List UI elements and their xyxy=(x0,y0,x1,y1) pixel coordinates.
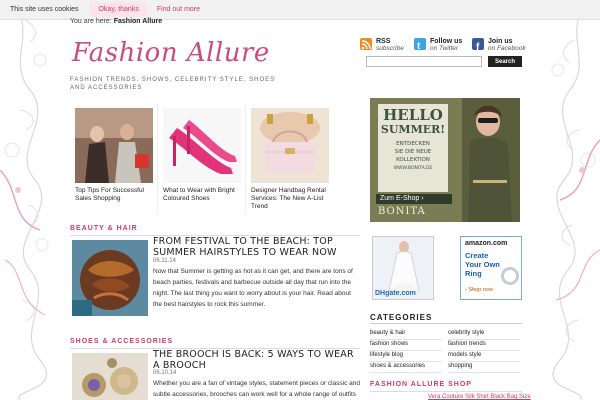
site-tagline: FASHION TRENDS, SHOWS, CELEBRITY STYLE, … xyxy=(70,77,276,91)
shop-item-link[interactable]: Vera Couture Silk Shirt Black Bag Size xyxy=(428,394,531,400)
dhgate-ad[interactable]: DHgate.com xyxy=(372,236,434,300)
category-link[interactable]: shoes & accessories xyxy=(370,363,442,373)
facebook-title: Join us xyxy=(488,38,513,45)
amazon-brand: amazon.com xyxy=(465,240,508,247)
divider xyxy=(370,323,522,324)
facebook-link[interactable]: f Join us on Facebook xyxy=(472,38,526,53)
amazon-cta[interactable]: › Shop now xyxy=(465,287,493,293)
rss-icon xyxy=(360,38,372,50)
post-image-hairstyle[interactable] xyxy=(72,240,148,316)
svg-text:f: f xyxy=(476,42,480,51)
floral-decoration-right xyxy=(542,0,600,400)
ad-headline: HELLO xyxy=(383,106,443,124)
category-link[interactable]: beauty & hair xyxy=(370,330,442,340)
post-date: 06.11.14 xyxy=(153,258,176,264)
amazon-ad[interactable]: amazon.com Create Your Own Ring › Shop n… xyxy=(460,236,522,300)
category-link[interactable]: fashion trends xyxy=(448,341,520,351)
floral-decoration-left xyxy=(0,0,58,400)
ad-text: KOLLEKTION xyxy=(396,157,430,163)
twitter-title: Follow us xyxy=(430,38,463,45)
rss-subtitle: subscribe xyxy=(376,45,404,52)
ad-cta-button[interactable]: Zum E-Shop › xyxy=(376,194,452,204)
divider xyxy=(245,104,246,214)
post-excerpt: Now that Summer is getting as hot as it … xyxy=(153,268,353,308)
category-link[interactable]: lifestyle blog xyxy=(370,352,442,362)
featured-image-shopping[interactable] xyxy=(75,108,153,183)
featured-image-handbag[interactable] xyxy=(251,108,329,183)
post-title[interactable]: THE BROOCH IS BACK: 5 WAYS TO WEAR A BRO… xyxy=(153,349,363,371)
categories-title: CATEGORIES xyxy=(370,313,433,322)
featured-item[interactable]: What to Wear with Bright Coloured Shoes xyxy=(163,108,241,203)
ad-url: WWW.BONITA.DE xyxy=(393,166,433,171)
amazon-headline: Your Own Ring xyxy=(465,260,500,278)
post-date: 06.10.14 xyxy=(153,370,177,376)
ad-text: ENTDECKEN xyxy=(396,141,430,147)
amazon-headline: Create xyxy=(465,251,489,260)
section-label[interactable]: SHOES & ACCESSORIES xyxy=(70,338,173,345)
section-label[interactable]: BEAUTY & HAIR xyxy=(70,225,138,232)
svg-text:t: t xyxy=(417,41,421,51)
shop-title[interactable]: FASHION ALLURE SHOP xyxy=(370,381,472,388)
post-image-brooch[interactable] xyxy=(72,353,148,400)
ad-text: SIE DIE NEUE xyxy=(394,149,432,155)
breadcrumb-prefix: You are here: xyxy=(70,18,112,25)
divider xyxy=(370,391,522,392)
featured-item[interactable]: Designer Handbag Rental Services: The Ne… xyxy=(251,108,329,211)
post-excerpt: Whether you are a fan of vintage styles,… xyxy=(153,380,361,398)
twitter-link[interactable]: t Follow us on Twitter xyxy=(414,38,462,52)
cookie-bar: This site uses cookies Okay, thanks Find… xyxy=(0,0,600,20)
search-button[interactable]: Search xyxy=(488,56,522,67)
twitter-icon: t xyxy=(414,38,426,52)
facebook-icon: f xyxy=(472,38,484,53)
category-link[interactable]: celebrity style xyxy=(448,330,520,340)
featured-caption[interactable]: What to Wear with Bright Coloured Shoes xyxy=(163,187,241,203)
search-input[interactable] xyxy=(366,56,482,67)
featured-image-shoes[interactable] xyxy=(163,108,241,183)
featured-caption[interactable]: Designer Handbag Rental Services: The Ne… xyxy=(251,187,329,211)
cookie-more-link[interactable]: Find out more xyxy=(157,6,200,13)
facebook-subtitle: on Facebook xyxy=(488,45,526,52)
category-link[interactable]: fashion shows xyxy=(370,341,442,351)
breadcrumb-current[interactable]: Fashion Allure xyxy=(114,18,162,25)
dhgate-brand: DHgate.com xyxy=(375,290,416,297)
ad-headline: SUMMER! xyxy=(380,123,446,136)
featured-item[interactable]: Top Tips For Successful Sales Shopping xyxy=(75,108,153,203)
twitter-subtitle: on Twitter xyxy=(430,45,459,52)
breadcrumb: You are here: Fashion Allure xyxy=(70,18,162,25)
divider xyxy=(157,104,158,214)
ring-icon xyxy=(501,267,519,285)
ad-brand: BONITA xyxy=(378,206,426,217)
category-link[interactable]: shopping xyxy=(448,363,520,373)
bonita-ad[interactable]: HELLO SUMMER! ENTDECKEN SIE DIE NEUE KOL… xyxy=(370,98,520,222)
post-title[interactable]: FROM FESTIVAL TO THE BEACH: TOP SUMMER H… xyxy=(153,236,363,258)
rss-link[interactable]: RSS subscribe xyxy=(360,38,404,52)
cookie-accept-button[interactable]: Okay, thanks xyxy=(90,2,147,17)
category-link[interactable]: models style xyxy=(448,352,520,362)
site-logo[interactable]: Fashion Allure xyxy=(72,38,270,68)
featured-caption[interactable]: Top Tips For Successful Sales Shopping xyxy=(75,187,153,203)
cookie-message: This site uses cookies xyxy=(10,6,79,13)
rss-title: RSS xyxy=(376,38,391,45)
